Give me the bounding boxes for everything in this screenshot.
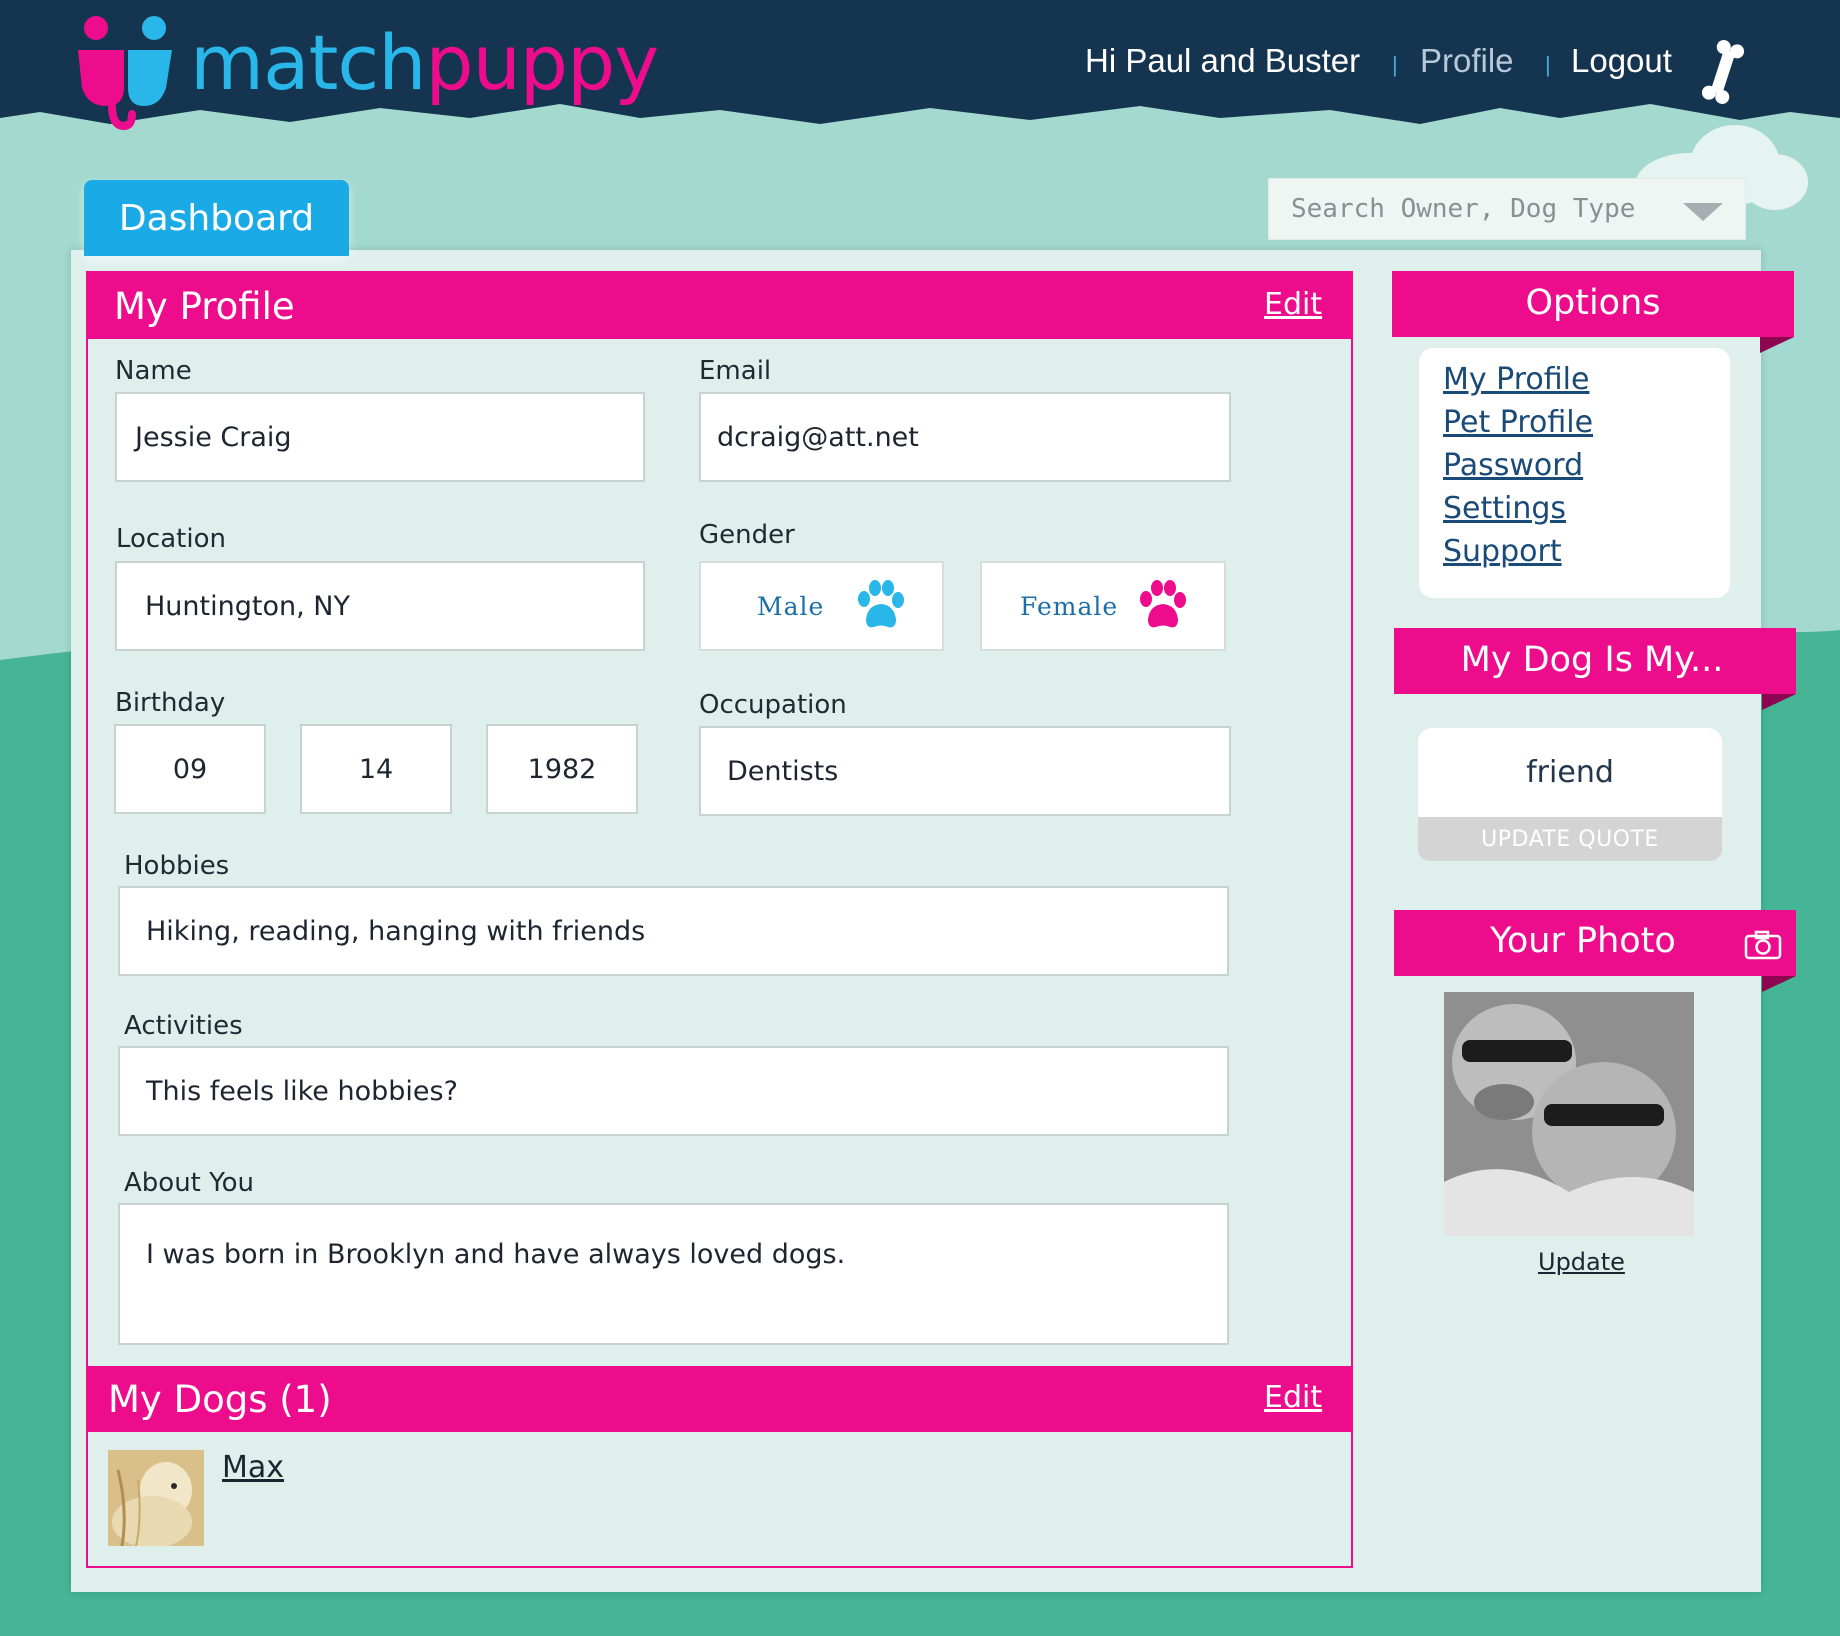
- quote-text: friend: [1526, 755, 1614, 790]
- email-field[interactable]: dcraig@att.net: [699, 392, 1231, 482]
- about-field[interactable]: I was born in Brooklyn and have always l…: [118, 1203, 1229, 1345]
- my-profile-title: My Profile: [114, 285, 295, 328]
- my-dogs-header: My Dogs (1) Edit: [86, 1366, 1353, 1432]
- name-field[interactable]: Jessie Craig: [115, 392, 645, 482]
- your-photo-title: Your Photo: [1490, 921, 1676, 961]
- nav-separator: |: [1392, 52, 1398, 77]
- update-quote-button[interactable]: UPDATE QUOTE: [1418, 817, 1722, 861]
- occupation-field[interactable]: Dentists: [699, 726, 1231, 816]
- search-input[interactable]: [1291, 194, 1671, 224]
- gender-female-button[interactable]: Female: [980, 561, 1226, 651]
- dog-photo: [108, 1450, 204, 1546]
- birthday-label: Birthday: [115, 688, 226, 718]
- option-password[interactable]: Password: [1443, 448, 1583, 483]
- option-settings[interactable]: Settings: [1443, 491, 1566, 526]
- dog-name-link[interactable]: Max: [222, 1450, 284, 1485]
- ribbon-fold: [1760, 337, 1794, 353]
- birthday-month-field[interactable]: 09: [114, 724, 266, 814]
- my-profile-edit-link[interactable]: Edit: [1264, 287, 1322, 322]
- email-label: Email: [699, 356, 772, 386]
- activities-label: Activities: [124, 1011, 243, 1041]
- name-label: Name: [115, 356, 192, 386]
- brand-wordmark[interactable]: matchpuppy: [190, 18, 659, 107]
- nav-profile-link[interactable]: Profile: [1420, 42, 1514, 80]
- camera-icon[interactable]: [1744, 930, 1782, 960]
- location-label: Location: [116, 524, 226, 554]
- nav-separator: |: [1545, 52, 1551, 77]
- my-dogs-edit-link[interactable]: Edit: [1264, 1380, 1322, 1415]
- birthday-year-field[interactable]: 1982: [486, 724, 638, 814]
- gender-male-label: Male: [757, 591, 825, 621]
- logo-icon: [78, 16, 172, 131]
- activities-field[interactable]: This feels like hobbies?: [118, 1046, 1229, 1136]
- about-label: About You: [124, 1168, 254, 1198]
- options-title: Options: [1525, 283, 1661, 323]
- occupation-label: Occupation: [699, 690, 847, 720]
- dropdown-caret-icon[interactable]: [1683, 203, 1723, 221]
- user-photo: [1444, 992, 1694, 1236]
- gender-female-label: Female: [1020, 591, 1119, 621]
- hobbies-field[interactable]: Hiking, reading, hanging with friends: [118, 886, 1229, 976]
- ribbon-fold: [1762, 694, 1796, 710]
- my-profile-header: My Profile Edit: [86, 271, 1353, 339]
- brand-part-puppy: puppy: [425, 18, 659, 107]
- birthday-day-field[interactable]: 14: [300, 724, 452, 814]
- my-dogs-title: My Dogs (1): [108, 1378, 332, 1421]
- my-dog-is-header: My Dog Is My...: [1394, 628, 1796, 694]
- options-header: Options: [1392, 271, 1794, 337]
- tab-dashboard[interactable]: Dashboard: [84, 180, 349, 256]
- gender-label: Gender: [699, 520, 795, 550]
- update-photo-link[interactable]: Update: [1538, 1248, 1625, 1276]
- gender-male-button[interactable]: Male: [699, 561, 944, 651]
- search-bar[interactable]: [1268, 178, 1746, 240]
- paw-icon: [1140, 580, 1187, 628]
- option-my-profile[interactable]: My Profile: [1443, 362, 1589, 397]
- brand-part-match: match: [190, 18, 426, 107]
- nav-logout-link[interactable]: Logout: [1571, 42, 1672, 80]
- dog-thumbnail[interactable]: [108, 1450, 204, 1546]
- my-dog-is-title: My Dog Is My...: [1460, 640, 1724, 680]
- your-photo-header: Your Photo: [1394, 910, 1796, 976]
- user-photo-image: [1444, 992, 1694, 1236]
- option-support[interactable]: Support: [1443, 534, 1562, 569]
- ribbon-fold: [1762, 976, 1796, 992]
- hobbies-label: Hobbies: [124, 851, 230, 881]
- paw-icon: [858, 580, 905, 628]
- greeting-text: Hi Paul and Buster: [1085, 42, 1361, 79]
- option-pet-profile[interactable]: Pet Profile: [1443, 405, 1593, 440]
- bone-icon: [1701, 40, 1745, 104]
- location-field[interactable]: Huntington, NY: [115, 561, 645, 651]
